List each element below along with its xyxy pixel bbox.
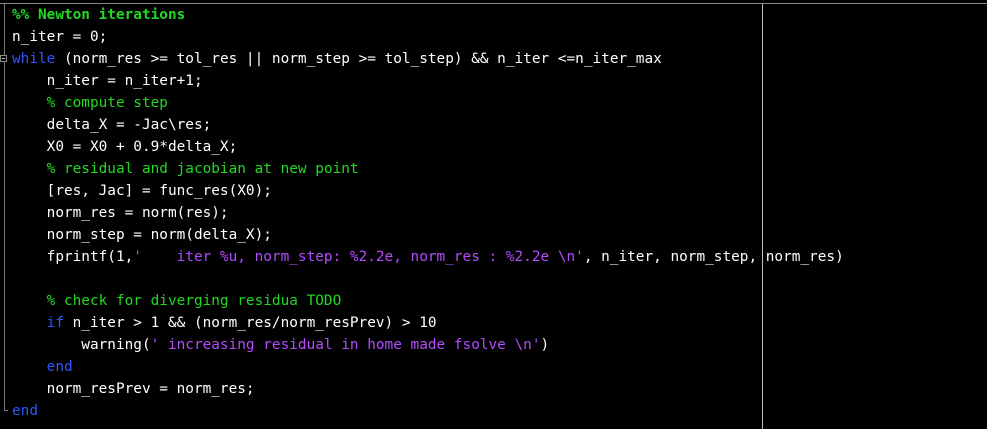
code-token-cm: % compute step xyxy=(46,95,168,111)
code-line[interactable]: %% Newton iterations xyxy=(12,4,844,26)
code-token-txt: norm_resPrev = norm_res; xyxy=(12,381,255,397)
code-text-area[interactable]: %% Newton iterations n_iter = 0; while (no… xyxy=(12,4,844,422)
fold-connector xyxy=(4,62,5,410)
code-token-kw: end xyxy=(46,359,73,375)
code-token-txt: norm_step = norm(delta_X); xyxy=(12,227,272,243)
code-line[interactable]: norm_resPrev = norm_res; xyxy=(12,378,844,400)
code-line[interactable]: if n_iter > 1 && (norm_res/norm_resPrev)… xyxy=(12,312,844,334)
code-token-cm: % check for diverging residua TODO xyxy=(46,293,342,309)
code-line[interactable]: delta_X = -Jac\res; xyxy=(12,114,844,136)
code-line[interactable] xyxy=(12,268,844,290)
fold-gutter xyxy=(0,0,10,429)
code-token-txt: n_iter > 1 && (norm_res/norm_resPrev) > … xyxy=(63,315,437,331)
code-line[interactable]: n_iter = n_iter+1; xyxy=(12,70,844,92)
code-line[interactable]: norm_step = norm(delta_X); xyxy=(12,224,844,246)
code-token-kw: while xyxy=(12,51,56,67)
code-line[interactable]: X0 = X0 + 0.9*delta_X; xyxy=(12,136,844,158)
code-token-cm: % residual and jacobian at new point xyxy=(46,161,359,177)
fold-collapse-icon[interactable] xyxy=(0,55,7,62)
code-token-txt: ) xyxy=(540,337,550,353)
code-token-txt: n_iter = 0; xyxy=(12,29,108,45)
code-token-txt: fprintf(1, xyxy=(12,249,134,265)
code-line[interactable]: fprintf(1,' iter %u, norm_step: %2.2e, n… xyxy=(12,246,844,268)
code-line[interactable]: warning(' increasing residual in home ma… xyxy=(12,334,844,356)
fold-connector-top xyxy=(4,4,5,55)
code-token-txt: X0 = X0 + 0.9*delta_X; xyxy=(12,139,238,155)
code-line[interactable]: while (norm_res >= tol_res || norm_step … xyxy=(12,48,844,70)
code-line[interactable]: end xyxy=(12,356,844,378)
code-token-str: ' increasing residual in home made fsolv… xyxy=(150,337,541,353)
code-line[interactable]: % check for diverging residua TODO xyxy=(12,290,844,312)
code-line[interactable]: end xyxy=(12,400,844,422)
code-token-kw: if xyxy=(46,315,64,331)
fold-end-marker xyxy=(4,410,8,411)
code-line[interactable]: % compute step xyxy=(12,92,844,114)
code-token-txt: delta_X = -Jac\res; xyxy=(12,117,212,133)
code-token-txt: norm_res = norm(res); xyxy=(12,205,229,221)
code-token-txt: [res, Jac] = func_res(X0); xyxy=(12,183,272,199)
code-token-kw: end xyxy=(12,403,38,419)
code-line[interactable]: [res, Jac] = func_res(X0); xyxy=(12,180,844,202)
code-editor[interactable]: %% Newton iterations n_iter = 0; while (no… xyxy=(0,0,987,429)
code-token-str: ' iter %u, norm_step: %2.2e, norm_res : … xyxy=(133,249,584,265)
code-token-txt: , n_iter, norm_step, norm_res) xyxy=(583,249,844,265)
code-line[interactable]: n_iter = 0; xyxy=(12,26,844,48)
code-token-txt: n_iter = n_iter+1; xyxy=(12,73,203,89)
code-line[interactable]: % residual and jacobian at new point xyxy=(12,158,844,180)
code-line[interactable]: norm_res = norm(res); xyxy=(12,202,844,224)
code-token-txt: warning( xyxy=(12,337,151,353)
code-token-txt: (norm_res >= tol_res || norm_step >= tol… xyxy=(55,51,662,67)
code-token-cell: %% Newton iterations xyxy=(12,7,186,23)
